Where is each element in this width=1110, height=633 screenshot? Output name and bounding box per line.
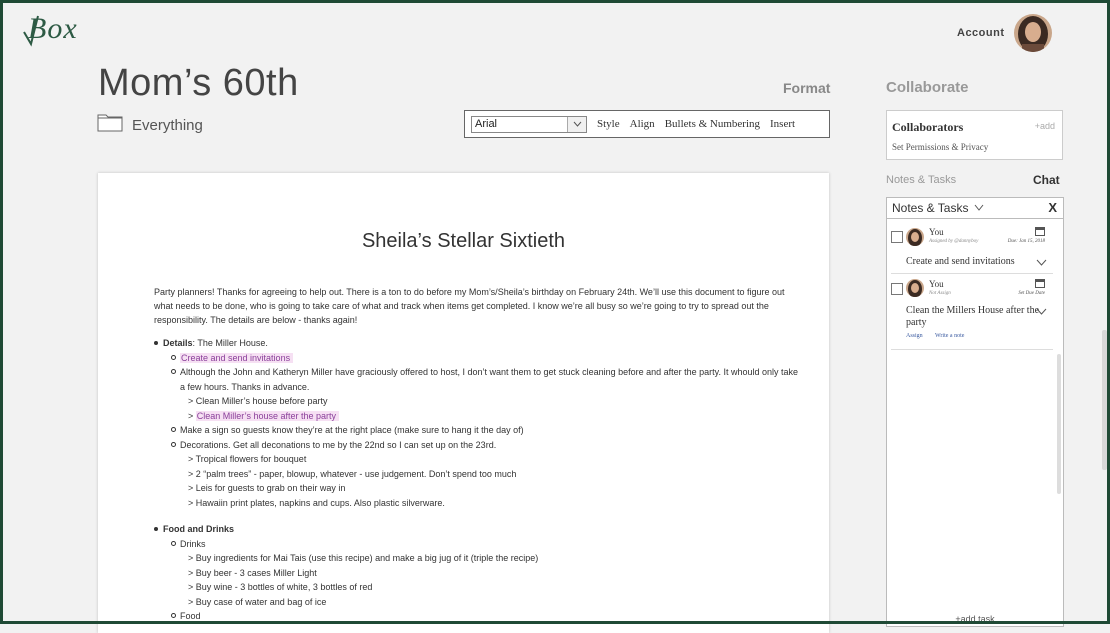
page-scrollbar[interactable]	[1102, 170, 1108, 620]
task-checkbox[interactable]	[891, 231, 903, 243]
notes-tasks-panel: Notes & Tasks X You Assigned by @dannybo…	[886, 197, 1064, 627]
assign-link[interactable]: Assign	[906, 333, 923, 339]
folder-icon[interactable]	[97, 112, 123, 132]
list-item: > Tropical flowers for bouquet	[188, 454, 307, 464]
list-item: > Buy beer - 3 cases Miller Light	[188, 567, 317, 578]
account-link[interactable]: Account	[957, 27, 1005, 39]
chevron-down-icon[interactable]	[1036, 259, 1047, 266]
permissions-link[interactable]: Set Permissions & Privacy	[892, 142, 988, 152]
task-assigned-by: Not Assign	[929, 291, 951, 296]
document-page[interactable]: Sheila’s Stellar Sixtieth Party planners…	[98, 173, 829, 633]
avatar	[906, 228, 924, 246]
task-text[interactable]: Clean the Millers House after the party	[906, 305, 1044, 329]
insert-menu[interactable]: Insert	[770, 118, 795, 130]
avatar	[906, 279, 924, 297]
calendar-icon[interactable]	[1035, 278, 1045, 288]
list-item: > Hawaiin print plates, napkins and cups…	[188, 497, 445, 508]
folder-name[interactable]: Everything	[132, 117, 203, 134]
list-item: > Buy wine - 3 bottles of white, 3 bottl…	[188, 582, 373, 592]
list-item: Food and Drinks	[154, 522, 804, 537]
collaborate-heading: Collaborate	[886, 79, 969, 96]
panel-header[interactable]: Notes & Tasks X	[887, 198, 1063, 219]
task-item: You Not Assign Set Due Date Clean the Mi…	[887, 275, 1053, 347]
scrollbar-thumb[interactable]	[1102, 330, 1107, 470]
list-item: Create and send invitations	[154, 351, 804, 366]
section-text: : The Miller House.	[192, 338, 268, 348]
document-outline: Details: The Miller House. Create and se…	[154, 336, 804, 624]
list-prefix: >	[188, 410, 194, 421]
list-item: > Leis for guests to grab on their way i…	[188, 483, 346, 493]
tab-notes-tasks[interactable]: Notes & Tasks	[886, 174, 956, 186]
set-due-date-link[interactable]: Set Due Date	[1018, 291, 1045, 296]
task-item: You Assigned by @dannyboy Due: Jan 15, 2…	[887, 222, 1053, 272]
section-label: Details	[163, 338, 193, 348]
task-user: You	[929, 279, 944, 289]
task-user: You	[929, 227, 944, 237]
list-item: Drinks	[154, 537, 804, 552]
collaborators-title: Collaborators	[892, 120, 964, 134]
font-select-value: Arial	[475, 118, 498, 130]
tab-chat[interactable]: Chat	[1033, 173, 1060, 187]
user-avatar[interactable]	[1014, 14, 1052, 52]
style-menu[interactable]: Style	[597, 118, 620, 130]
list-item: > Clean Miller’s house after the party	[154, 409, 804, 424]
list-item: > Buy ingredients for Mai Tais (use this…	[188, 553, 539, 563]
chevron-down-icon[interactable]	[974, 204, 984, 211]
list-item: > 2 “palm trees” - paper, blowup, whatev…	[188, 468, 517, 479]
brand-name: Box	[28, 12, 78, 45]
task-highlight[interactable]: Create and send invitations	[180, 352, 294, 363]
chevron-down-icon[interactable]	[1036, 308, 1047, 315]
panel-scrollbar[interactable]	[1056, 220, 1062, 624]
panel-title: Notes & Tasks	[892, 201, 969, 215]
list-item: Decorations. Get all deconations to me b…	[154, 438, 804, 453]
font-select[interactable]: Arial	[471, 115, 587, 133]
write-note-link[interactable]: Write a note	[935, 333, 964, 339]
intro-paragraph: Party planners! Thanks for agreeing to h…	[154, 287, 785, 325]
list-item: Although the John and Katheryn Miller ha…	[154, 365, 804, 394]
scrollbar-thumb[interactable]	[1057, 354, 1061, 494]
add-collaborator-button[interactable]: +add	[1035, 121, 1055, 131]
list-item: > Clean Miller’s house before party	[188, 396, 328, 406]
task-text[interactable]: Create and send invitations	[906, 256, 1015, 268]
list-item: Make a sign so guests know they’re at th…	[154, 423, 804, 438]
align-menu[interactable]: Align	[630, 118, 655, 130]
bullets-numbering-menu[interactable]: Bullets & Numbering	[665, 118, 760, 130]
list-item: Details: The Miller House.	[154, 336, 804, 351]
divider	[891, 349, 1053, 350]
document-title: Mom’s 60th	[98, 62, 299, 104]
list-item: Food	[154, 609, 804, 624]
list-item: > Buy case of water and bag of ice	[188, 596, 327, 607]
add-task-button[interactable]: +add task	[887, 614, 1063, 624]
format-heading: Format	[783, 80, 831, 96]
close-panel-button[interactable]: X	[1048, 200, 1057, 215]
box-logo[interactable]: Box	[22, 12, 92, 48]
task-due-date[interactable]: Due: Jan 15, 2018	[1008, 239, 1045, 244]
task-assigned-by: Assigned by @dannyboy	[929, 239, 979, 244]
section-label: Food and Drinks	[163, 524, 235, 534]
page-heading: Sheila’s Stellar Sixtieth	[361, 230, 566, 252]
format-toolbar: Arial Style Align Bullets & Numbering In…	[464, 110, 830, 138]
divider	[891, 273, 1053, 274]
chevron-down-icon[interactable]	[567, 116, 586, 132]
task-highlight[interactable]: Clean Miller’s house after the party	[195, 410, 340, 421]
collaborators-box: Collaborators +add Set Permissions & Pri…	[886, 110, 1063, 160]
calendar-icon[interactable]	[1035, 226, 1045, 236]
task-checkbox[interactable]	[891, 283, 903, 295]
avatar-photo-icon	[1014, 14, 1052, 52]
